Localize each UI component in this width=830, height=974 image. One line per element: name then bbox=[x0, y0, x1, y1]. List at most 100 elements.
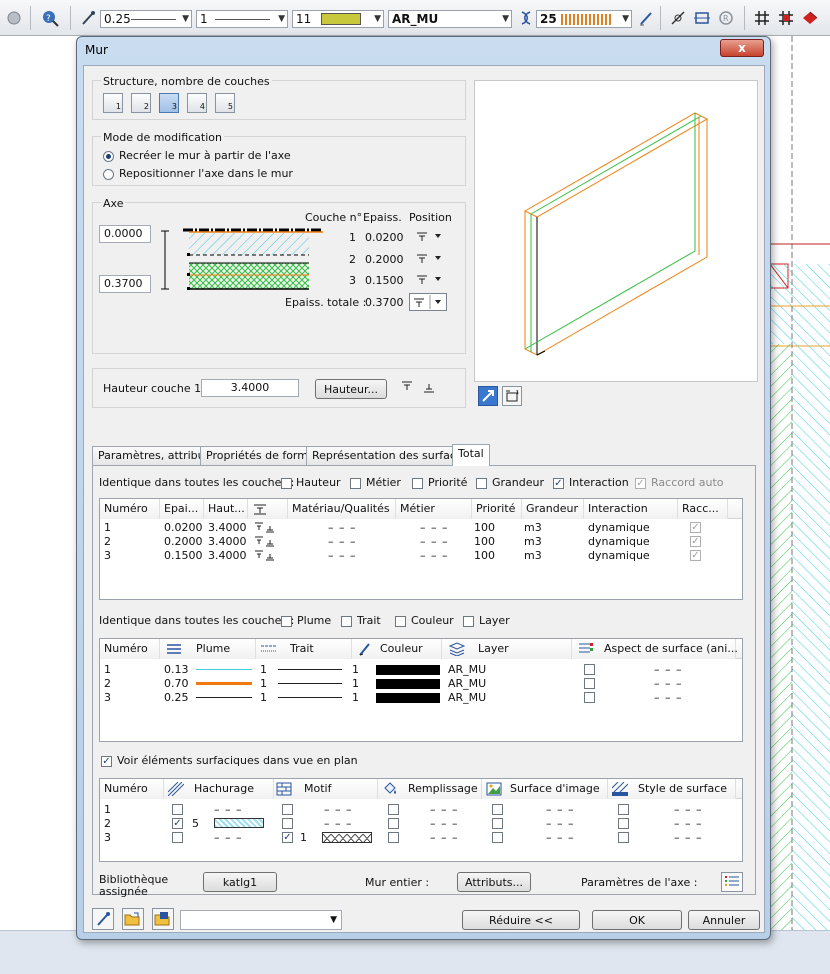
th2-couleur[interactable]: Couleur bbox=[352, 639, 442, 659]
th-hauteur[interactable]: Haut... bbox=[204, 499, 248, 519]
th-metier[interactable]: Métier bbox=[396, 499, 472, 519]
raccord-row-checkbox[interactable]: ✓ bbox=[690, 522, 701, 533]
style-row-checkbox[interactable] bbox=[618, 804, 629, 815]
surface-row-number[interactable]: 3 bbox=[104, 831, 111, 844]
hatch-row-checkbox[interactable]: ✓ bbox=[172, 818, 183, 829]
layer-3-thickness[interactable]: 0.1500 bbox=[365, 274, 404, 287]
th2-plume[interactable]: Plume bbox=[160, 639, 256, 659]
th-raccord[interactable]: Racc... bbox=[678, 499, 728, 519]
th3-motif[interactable]: Motif bbox=[274, 779, 378, 799]
close-button[interactable]: x bbox=[720, 39, 764, 57]
format-row-number[interactable]: 2 bbox=[104, 677, 111, 690]
aspect-row-checkbox[interactable] bbox=[584, 664, 595, 675]
favorite-dropdown[interactable]: ▼ bbox=[180, 910, 342, 930]
color-combo[interactable]: 11 ▼ bbox=[292, 10, 384, 28]
circle-icon[interactable] bbox=[4, 8, 24, 28]
th2-numero[interactable]: Numéro bbox=[100, 639, 160, 659]
raccord-row-checkbox[interactable]: ✓ bbox=[690, 550, 701, 561]
save-favorite-button[interactable] bbox=[152, 908, 174, 930]
grid-red-icon[interactable] bbox=[776, 8, 796, 28]
layer-count-3-button[interactable]: 3 bbox=[159, 93, 179, 113]
th2-trait[interactable]: Trait bbox=[256, 639, 352, 659]
scale-combo[interactable]: 25 ▼ bbox=[536, 10, 632, 28]
priorite-checkbox[interactable] bbox=[412, 478, 423, 489]
fill-row-checkbox[interactable] bbox=[388, 832, 399, 843]
hauteur-button[interactable]: Hauteur... bbox=[315, 379, 387, 399]
image-row-checkbox[interactable] bbox=[492, 818, 503, 829]
axe-bottom-field[interactable]: 0.3700 bbox=[99, 275, 151, 293]
trait-checkbox[interactable] bbox=[341, 616, 352, 627]
th2-aspect[interactable]: Aspect de surface (ani... bbox=[572, 639, 738, 659]
height-bottom-icon[interactable] bbox=[421, 381, 437, 395]
surface-row-number[interactable]: 2 bbox=[104, 817, 111, 830]
query-icon[interactable]: ? bbox=[40, 8, 60, 28]
attributs-button[interactable]: Attributs... bbox=[457, 872, 531, 892]
hatch-row-checkbox[interactable] bbox=[172, 804, 183, 815]
open-favorite-button[interactable] bbox=[122, 908, 144, 930]
raccord-row-checkbox[interactable]: ✓ bbox=[690, 536, 701, 547]
hauteur-field[interactable]: 3.4000 bbox=[201, 379, 299, 397]
th-materiau[interactable]: Matériau/Qualités bbox=[288, 499, 396, 519]
grid-icon[interactable] bbox=[752, 8, 772, 28]
table-row-number[interactable]: 3 bbox=[104, 549, 111, 562]
snap-icon[interactable] bbox=[668, 8, 688, 28]
pen-combo[interactable]: 0.25 ▼ bbox=[100, 10, 192, 28]
interaction-checkbox[interactable]: ✓ bbox=[553, 478, 564, 489]
image-row-checkbox[interactable] bbox=[492, 832, 503, 843]
image-row-checkbox[interactable] bbox=[492, 804, 503, 815]
th3-numero[interactable]: Numéro bbox=[100, 779, 164, 799]
fill-row-checkbox[interactable] bbox=[388, 818, 399, 829]
th3-remplissage[interactable]: Remplissage bbox=[378, 779, 482, 799]
height-top-icon[interactable] bbox=[399, 379, 415, 393]
layer-2-position-icon[interactable] bbox=[415, 251, 443, 265]
table-row-number[interactable]: 2 bbox=[104, 535, 111, 548]
format-row-number[interactable]: 1 bbox=[104, 663, 111, 676]
motif-row-checkbox[interactable] bbox=[282, 818, 293, 829]
layer-checkbox[interactable] bbox=[463, 616, 474, 627]
th-numero[interactable]: Numéro bbox=[100, 499, 160, 519]
recreate-radio[interactable] bbox=[103, 151, 114, 162]
zoom-icon[interactable]: R bbox=[716, 8, 736, 28]
reduire-button[interactable]: Réduire << bbox=[462, 910, 580, 930]
katlg-button[interactable]: katlg1 bbox=[203, 872, 277, 892]
layer-filter-icon[interactable] bbox=[516, 8, 536, 28]
layer-count-2-button[interactable]: 2 bbox=[131, 93, 151, 113]
th3-hachurage[interactable]: Hachurage bbox=[164, 779, 274, 799]
motif-row-checkbox[interactable] bbox=[282, 804, 293, 815]
th-position[interactable] bbox=[248, 499, 288, 519]
layer-1-position-icon[interactable] bbox=[415, 229, 443, 243]
th-priorite[interactable]: Priorité bbox=[472, 499, 522, 519]
th-interaction[interactable]: Interaction bbox=[584, 499, 678, 519]
grandeur-checkbox[interactable] bbox=[476, 478, 487, 489]
zoom-window-icon[interactable] bbox=[692, 8, 712, 28]
th3-surface-image[interactable]: Surface d'image bbox=[482, 779, 608, 799]
line-combo[interactable]: 1 ▼ bbox=[196, 10, 288, 28]
view-rotate-button[interactable] bbox=[502, 386, 522, 406]
view-iso-button[interactable] bbox=[478, 386, 498, 406]
plume-checkbox[interactable] bbox=[281, 616, 292, 627]
style-row-checkbox[interactable] bbox=[618, 832, 629, 843]
pipette-footer-button[interactable] bbox=[92, 908, 114, 930]
th2-layer[interactable]: Layer bbox=[442, 639, 572, 659]
axe-params-button[interactable] bbox=[721, 872, 743, 892]
surface-row-number[interactable]: 1 bbox=[104, 803, 111, 816]
voir-checkbox[interactable]: ✓ bbox=[101, 756, 112, 767]
aspect-row-checkbox[interactable] bbox=[584, 678, 595, 689]
couleur-checkbox[interactable] bbox=[395, 616, 406, 627]
total-position-dropdown[interactable] bbox=[409, 293, 447, 311]
pipette-icon[interactable] bbox=[78, 8, 98, 28]
motif-row-checkbox[interactable]: ✓ bbox=[282, 832, 293, 843]
format-row-number[interactable]: 3 bbox=[104, 691, 111, 704]
layer-count-4-button[interactable]: 4 bbox=[187, 93, 207, 113]
table-row-number[interactable]: 1 bbox=[104, 521, 111, 534]
layer-count-1-button[interactable]: 1 bbox=[103, 93, 123, 113]
th3-style[interactable]: Style de surface bbox=[608, 779, 736, 799]
layer-count-5-button[interactable]: 5 bbox=[215, 93, 235, 113]
style-row-checkbox[interactable] bbox=[618, 818, 629, 829]
ok-button[interactable]: OK bbox=[592, 910, 682, 930]
aspect-row-checkbox[interactable] bbox=[584, 692, 595, 703]
metier-checkbox[interactable] bbox=[350, 478, 361, 489]
paint-icon[interactable] bbox=[800, 8, 820, 28]
layer-combo[interactable]: AR_MU ▼ bbox=[388, 10, 512, 28]
layer-2-thickness[interactable]: 0.2000 bbox=[365, 253, 404, 266]
